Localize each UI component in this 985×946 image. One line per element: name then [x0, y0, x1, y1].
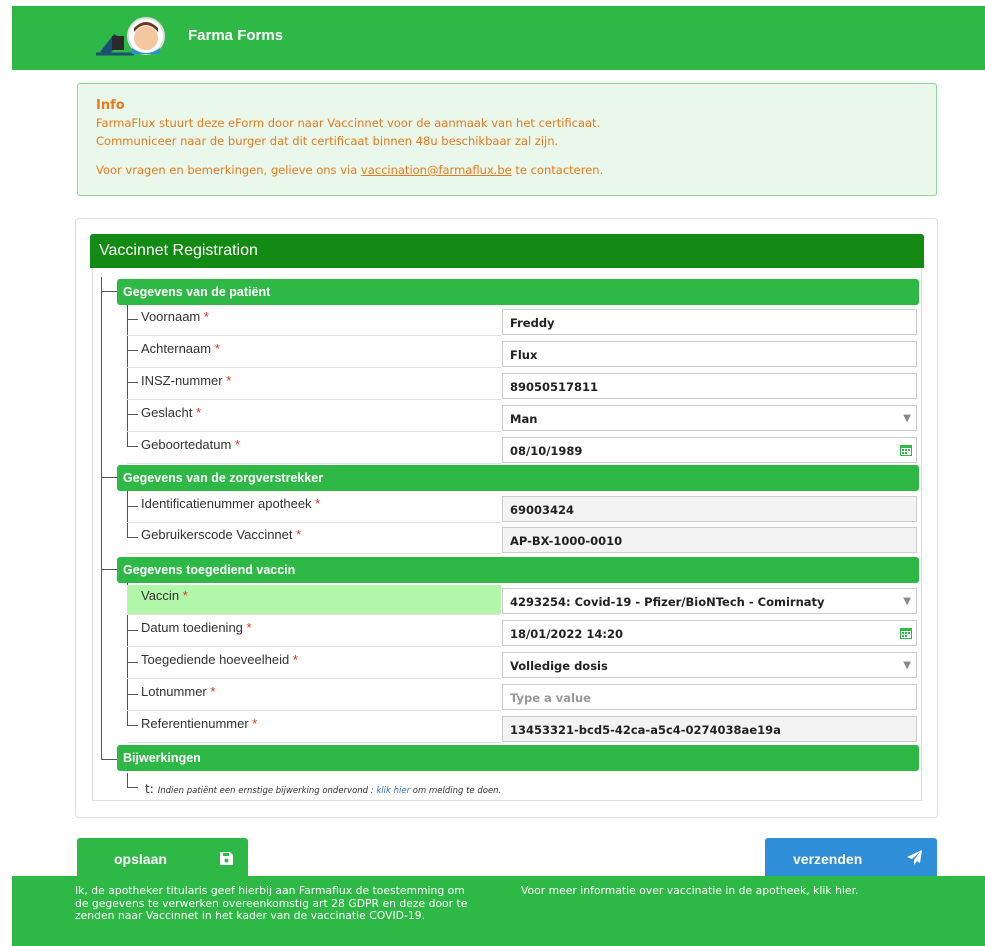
floppy-disk-icon: [220, 852, 233, 865]
apotheek-id-input[interactable]: 69003424: [502, 496, 917, 522]
label-geboortedatum: Geboortedatum *: [127, 434, 501, 464]
section-vaccine: Gegevens toegediend vaccin: [117, 557, 919, 583]
section-patient: Gegevens van de patiënt: [117, 279, 919, 305]
save-button[interactable]: opslaan: [77, 838, 248, 878]
info-title: Info: [96, 98, 125, 113]
contact-email-link[interactable]: vaccination@farmaflux.be: [361, 163, 512, 177]
label-apotheek-id: Identificatienummer apotheek *: [127, 493, 501, 523]
lotnummer-input[interactable]: Type a value: [502, 684, 917, 710]
label-hoeveelheid: Toegediende hoeveelheid *: [127, 649, 501, 679]
label-vaccin: Vaccin *: [127, 585, 501, 615]
label-voornaam: Voornaam *: [127, 306, 501, 336]
datum-toediening-input[interactable]: 18/01/2022 14:20: [502, 620, 917, 646]
calendar-icon[interactable]: [900, 627, 912, 639]
label-insz: INSZ-nummer *: [127, 370, 501, 400]
form-title: Vaccinnet Registration: [90, 234, 924, 268]
side-effects-note: t: Indien patiënt een ernstige bijwerking…: [145, 782, 502, 796]
info-contact: Voor vragen en bemerkingen, gelieve ons …: [96, 161, 918, 179]
geslacht-select[interactable]: Man ▼: [502, 405, 917, 431]
label-lotnummer: Lotnummer *: [127, 681, 501, 711]
note-prefix: t:: [145, 782, 154, 796]
calendar-icon[interactable]: [900, 444, 912, 456]
label-gebruikerscode: Gebruikerscode Vaccinnet *: [127, 524, 501, 554]
label-datum-toediening: Datum toediening *: [127, 617, 501, 647]
vaccin-select[interactable]: 4293254: Covid-19 - Pfizer/BioNTech - Co…: [502, 588, 917, 614]
contact-prefix: Voor vragen en bemerkingen, gelieve ons …: [96, 163, 361, 177]
voornaam-input[interactable]: Freddy: [502, 309, 917, 335]
section-side-effects: Bijwerkingen: [117, 745, 919, 771]
send-button[interactable]: verzenden: [765, 838, 937, 878]
achternaam-input[interactable]: Flux: [502, 341, 917, 367]
pharmacist-logo-icon: [96, 17, 165, 56]
app-brand: Farma Forms: [188, 27, 284, 44]
send-label: verzenden: [793, 851, 863, 867]
insz-input[interactable]: 89050517811: [502, 373, 917, 399]
geboortedatum-input[interactable]: 08/10/1989: [502, 437, 917, 463]
label-geslacht: Geslacht *: [127, 402, 501, 432]
report-side-effect-link[interactable]: klik hier: [376, 786, 410, 796]
consent-text: Ik, de apotheker titularis geef hierbij …: [75, 884, 468, 922]
footer: Ik, de apotheker titularis geef hierbij …: [12, 876, 985, 946]
chevron-down-icon: ▼: [903, 413, 911, 424]
app-header: Farma Forms: [12, 6, 985, 70]
more-info-link[interactable]: Voor meer informatie over vaccinatie in …: [521, 884, 941, 898]
section-provider: Gegevens van de zorgverstrekker: [117, 465, 919, 491]
info-panel: Info FarmaFlux stuurt deze eForm door na…: [77, 83, 937, 196]
hoeveelheid-select[interactable]: Volledige dosis ▼: [502, 652, 917, 678]
chevron-down-icon: ▼: [903, 660, 911, 671]
info-line-1: FarmaFlux stuurt deze eForm door naar Va…: [96, 116, 601, 130]
label-referentienummer: Referentienummer *: [127, 713, 501, 743]
referentienummer-input[interactable]: 13453321-bcd5-42ca-a5c4-0274038ae19a: [502, 716, 917, 742]
gebruikerscode-input[interactable]: AP-BX-1000-0010: [502, 527, 917, 553]
contact-suffix: te contacteren.: [511, 163, 604, 177]
info-line-2: Communiceer naar de burger dat dit certi…: [96, 134, 559, 148]
save-label: opslaan: [114, 851, 167, 867]
chevron-down-icon: ▼: [903, 596, 911, 607]
label-achternaam: Achternaam *: [127, 338, 501, 368]
paper-plane-icon: [907, 850, 922, 865]
